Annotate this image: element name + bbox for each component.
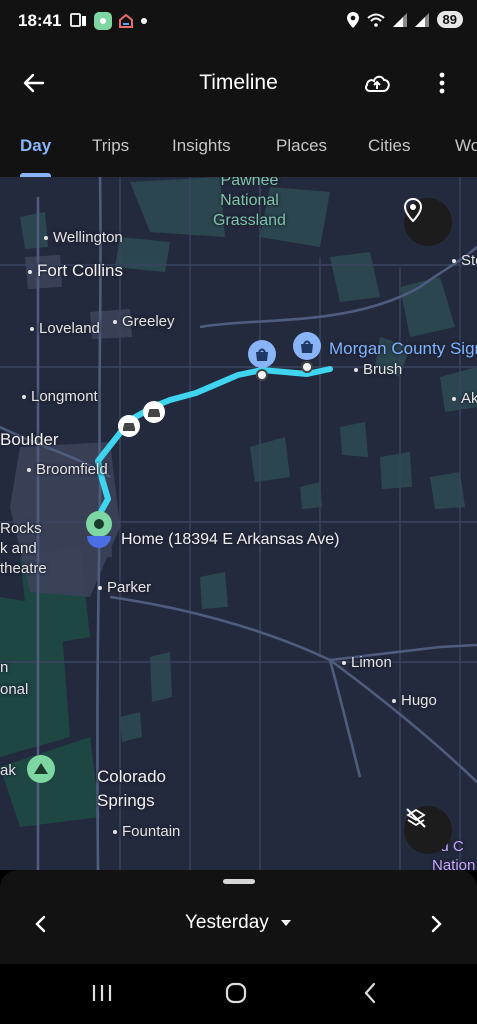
back-chevron-icon [364, 982, 376, 1004]
signal-icon [392, 12, 407, 27]
location-icon [346, 11, 359, 28]
recents-button[interactable] [82, 973, 122, 1013]
label-fort-collins: Fort Collins [28, 261, 123, 281]
label-loveland: Loveland [30, 320, 100, 337]
car-icon[interactable] [142, 400, 166, 424]
label-greeley: Greeley [113, 313, 175, 330]
cloud-backup-button[interactable] [357, 63, 397, 103]
battery-badge: 89 [436, 11, 463, 28]
label-peak: ak [0, 762, 16, 779]
location-pin-icon [404, 198, 422, 222]
app-badge-icon [94, 12, 112, 30]
wifi-icon [366, 13, 385, 27]
status-left-icons [70, 12, 148, 30]
home-circle-icon [225, 982, 247, 1004]
next-day-button[interactable] [417, 904, 457, 944]
car-icon[interactable] [117, 414, 141, 438]
label-rocks: Rocks k and theatre [0, 520, 47, 577]
peak-icon [27, 755, 55, 783]
signal-icon [414, 12, 429, 27]
shopping-bag-icon[interactable] [292, 331, 322, 363]
label-morgan-county-sign[interactable]: Morgan County Sign [329, 339, 477, 359]
label-boulder: Boulder [0, 430, 59, 449]
tab-bar: Day Trips Insights Places Cities Wo [0, 124, 477, 177]
more-vert-icon [439, 72, 445, 94]
layers-off-icon [406, 808, 426, 828]
tab-cities[interactable]: Cities [368, 136, 411, 156]
tab-world[interactable]: Wo [455, 136, 477, 156]
status-bar: 18:41 89 [0, 0, 477, 44]
label-wellington: Wellington [44, 229, 123, 246]
layers-toggle-button[interactable] [404, 806, 452, 854]
home-app-icon [119, 13, 133, 28]
label-colorado-springs: Colorado Springs [97, 767, 166, 810]
bottom-sheet: Yesterday [0, 870, 477, 964]
status-time: 18:41 [18, 11, 62, 30]
page-title: Timeline [199, 71, 278, 94]
home-button[interactable] [216, 973, 256, 1013]
map-view[interactable]: Pawnee National Grassland Wellington For… [0, 177, 477, 870]
chevron-right-icon [431, 915, 442, 933]
label-sterling: Ste [452, 252, 477, 269]
label-longmont: Longmont [22, 388, 98, 405]
date-label: Yesterday [184, 912, 269, 933]
drag-handle[interactable] [223, 879, 255, 884]
label-parker: Parker [98, 579, 151, 596]
tab-places[interactable]: Places [276, 136, 327, 156]
label-fountain: Fountain [113, 823, 180, 840]
label-akron: Ak [452, 390, 477, 407]
my-location-button[interactable] [404, 198, 452, 246]
home-pin-icon[interactable] [86, 534, 112, 554]
tab-day[interactable]: Day [20, 136, 51, 156]
system-back-button[interactable] [350, 973, 390, 1013]
more-options-button[interactable] [422, 63, 462, 103]
tab-trips[interactable]: Trips [92, 136, 129, 156]
label-home[interactable]: Home (18394 E Arkansas Ave) [121, 531, 340, 549]
shopping-bag-icon[interactable] [247, 339, 277, 371]
system-nav-bar [0, 964, 477, 1024]
date-selector[interactable]: Yesterday [0, 912, 477, 934]
notification-icon [70, 13, 86, 27]
label-limon: Limon [342, 654, 392, 671]
tab-insights[interactable]: Insights [172, 136, 231, 156]
caret-down-icon [281, 919, 292, 926]
app-bar: Timeline [0, 44, 477, 124]
recents-icon [92, 985, 112, 1001]
route-path [95, 366, 333, 520]
label-pawnee: Pawnee National Grassland [213, 177, 286, 229]
label-national-left: n onal [0, 659, 29, 698]
label-broomfield: Broomfield [27, 461, 108, 478]
dot-icon [141, 18, 147, 24]
status-right-icons: 89 [346, 11, 463, 28]
label-hugo: Hugo [392, 692, 437, 709]
label-brush: Brush [354, 361, 402, 378]
cloud-backup-icon [365, 75, 390, 92]
